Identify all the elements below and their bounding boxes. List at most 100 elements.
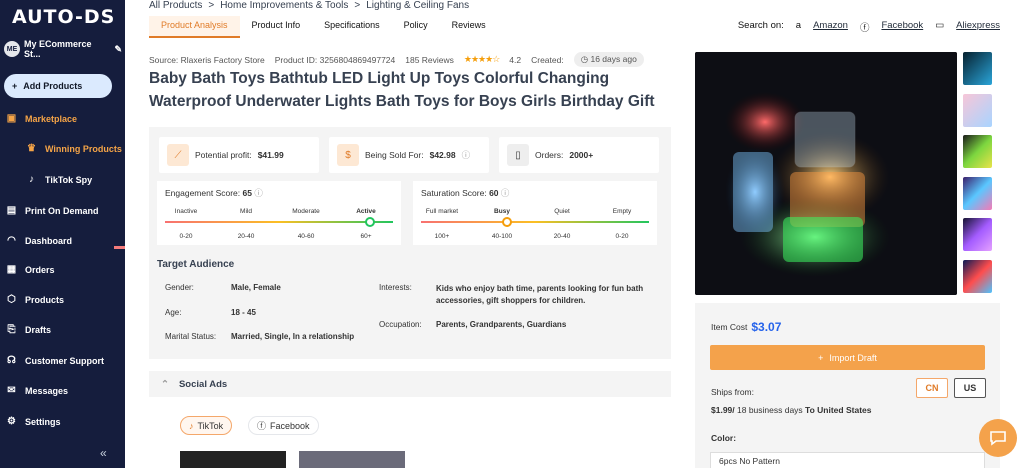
pencil-icon[interactable]: ✎ bbox=[114, 44, 122, 55]
country-cn-button[interactable]: CN bbox=[916, 378, 948, 398]
sidebar-item-print-on-demand[interactable]: ▤ Print On Demand bbox=[6, 205, 99, 216]
ad-video-thumbnail[interactable] bbox=[299, 451, 405, 468]
search-on-bar: Search on: a Amazon ⓕ Facebook ▭ Aliexpr… bbox=[738, 20, 1000, 34]
breadcrumb-item[interactable]: Home Improvements & Tools bbox=[220, 0, 348, 11]
gear-icon: ⚙ bbox=[7, 416, 16, 427]
product-thumbnail[interactable] bbox=[963, 135, 992, 168]
product-thumbnail[interactable] bbox=[963, 218, 992, 251]
tiktok-tab[interactable]: ♪ TikTok bbox=[180, 416, 233, 435]
facebook-label: Facebook bbox=[270, 420, 310, 431]
range-label: 20-40 bbox=[553, 233, 571, 240]
engagement-label: Engagement Score: bbox=[165, 188, 241, 198]
facebook-tab[interactable]: ⓕ Facebook bbox=[248, 416, 319, 435]
facebook-link[interactable]: Facebook bbox=[881, 20, 923, 34]
engagement-knob bbox=[365, 217, 376, 227]
occupation-value: Parents, Grandparents, Guardians bbox=[436, 320, 567, 329]
info-icon[interactable]: ⓘ bbox=[462, 149, 471, 161]
dollar-icon: $ bbox=[337, 144, 359, 166]
color-select[interactable]: 6pcs No Pattern bbox=[710, 452, 985, 468]
amazon-link[interactable]: Amazon bbox=[813, 20, 848, 34]
chat-icon bbox=[990, 431, 1006, 446]
ad-video-thumbnail[interactable] bbox=[180, 451, 286, 468]
sidebar-item-drafts[interactable]: ⎘ Drafts bbox=[6, 324, 52, 335]
sidebar-item-label: Dashboard bbox=[25, 235, 73, 246]
box-icon: ⬡ bbox=[7, 294, 16, 305]
gauge-icon: ◠ bbox=[7, 235, 16, 246]
engagement-score: Engagement Score: 65 ⓘ Inactive Mild Mod… bbox=[157, 181, 401, 245]
shipping-destination: To United States bbox=[802, 405, 872, 415]
info-icon[interactable]: ⓘ bbox=[254, 188, 263, 198]
tab-bar: Product Analysis Product Info Specificat… bbox=[149, 16, 498, 38]
level-label: Moderate bbox=[292, 208, 320, 215]
social-ads-title: Social Ads bbox=[178, 378, 228, 390]
facebook-icon: ⓕ bbox=[257, 421, 267, 431]
store-selector[interactable]: ME My ECommerce St... ✎ bbox=[4, 39, 122, 59]
sidebar-item-products[interactable]: ⬡ Products bbox=[6, 294, 64, 305]
headset-icon: ☊ bbox=[7, 355, 16, 366]
main-content: All Products > Home Improvements & Tools… bbox=[125, 0, 1024, 468]
tab-policy[interactable]: Policy bbox=[392, 16, 440, 38]
collapse-sidebar-icon[interactable]: « bbox=[100, 446, 107, 460]
tab-specifications[interactable]: Specifications bbox=[312, 16, 392, 38]
level-label: Active bbox=[356, 208, 376, 215]
chat-button[interactable] bbox=[979, 419, 1017, 457]
target-audience-title: Target Audience bbox=[157, 259, 235, 270]
age-label: Age: bbox=[165, 308, 182, 317]
chevron-up-icon[interactable]: ⌃ bbox=[161, 379, 169, 390]
breadcrumb-item[interactable]: Lighting & Ceiling Fans bbox=[366, 0, 469, 11]
scroll-indicator bbox=[114, 246, 125, 249]
sidebar-item-orders[interactable]: ▦ Orders bbox=[6, 264, 55, 275]
product-thumbnail[interactable] bbox=[963, 52, 992, 85]
saturation-score: Saturation Score: 60 ⓘ Full market Busy … bbox=[413, 181, 657, 245]
store-icon: ▣ bbox=[6, 113, 17, 124]
social-ads-header[interactable]: ⌃ Social Ads bbox=[149, 371, 671, 397]
sold-label: Being Sold For: bbox=[365, 150, 424, 160]
shipping-price: $1.99/ bbox=[711, 405, 735, 415]
draft-icon: ⎘ bbox=[7, 324, 16, 335]
level-label: Empty bbox=[612, 208, 632, 215]
ships-from-label: Ships from: bbox=[711, 387, 754, 397]
product-thumbnail[interactable] bbox=[963, 177, 992, 210]
logo: AUTO-DS bbox=[12, 6, 116, 28]
product-thumbnail[interactable] bbox=[963, 260, 992, 293]
aliexpress-link[interactable]: Aliexpress bbox=[956, 20, 1000, 34]
rating-stars: ★★★★☆ bbox=[463, 54, 500, 64]
marital-value: Married, Single, In a relationship bbox=[231, 332, 355, 341]
sidebar-item-dashboard[interactable]: ◠ Dashboard bbox=[6, 235, 72, 246]
receipt-icon: ▯ bbox=[507, 144, 529, 166]
engagement-title: Engagement Score: 65 ⓘ bbox=[165, 187, 263, 199]
sold-value: $42.98 bbox=[429, 150, 456, 160]
saturation-label: Saturation Score: bbox=[421, 188, 487, 198]
sidebar-item-settings[interactable]: ⚙ Settings bbox=[6, 416, 61, 427]
info-icon[interactable]: ⓘ bbox=[501, 188, 510, 198]
sidebar-item-winning-products[interactable]: ♛ Winning Products bbox=[26, 143, 122, 154]
sidebar-item-label: Messages bbox=[25, 385, 69, 396]
chevron-right-icon: > bbox=[354, 0, 361, 11]
sidebar-item-marketplace[interactable]: ▣ Marketplace bbox=[6, 113, 77, 124]
import-draft-button[interactable]: + Import Draft bbox=[710, 345, 985, 370]
created-value: 16 days ago bbox=[590, 54, 637, 64]
sidebar-item-label: Orders bbox=[25, 264, 55, 275]
tab-product-info[interactable]: Product Info bbox=[240, 16, 313, 38]
tab-product-analysis[interactable]: Product Analysis bbox=[149, 16, 240, 38]
plus-icon: + bbox=[12, 81, 18, 91]
engagement-bar bbox=[165, 221, 393, 223]
range-label: 60+ bbox=[360, 233, 372, 240]
add-products-button[interactable]: + Add Products bbox=[4, 74, 112, 98]
store-name: My ECommerce St... bbox=[23, 39, 92, 59]
country-us-button[interactable]: US bbox=[954, 378, 986, 398]
tab-reviews[interactable]: Reviews bbox=[440, 16, 498, 38]
product-thumbnail[interactable] bbox=[963, 94, 992, 127]
item-cost: Item Cost $3.07 bbox=[711, 320, 781, 334]
tiktok-label: TikTok bbox=[197, 420, 224, 431]
sidebar-item-customer-support[interactable]: ☊ Customer Support bbox=[6, 355, 104, 366]
profit-label: Potential profit: bbox=[195, 150, 252, 160]
product-main-image[interactable] bbox=[695, 52, 957, 295]
mail-icon: ✉ bbox=[7, 385, 16, 396]
breadcrumb-item[interactable]: All Products bbox=[149, 0, 202, 11]
product-id: Product ID: 3256804869497724 bbox=[274, 54, 396, 65]
aliexpress-icon: ▭ bbox=[935, 20, 945, 31]
sidebar-item-tiktok-spy[interactable]: ♪ TikTok Spy bbox=[26, 174, 92, 185]
sidebar-item-messages[interactable]: ✉ Messages bbox=[6, 385, 68, 396]
search-on-label: Search on: bbox=[737, 20, 784, 31]
